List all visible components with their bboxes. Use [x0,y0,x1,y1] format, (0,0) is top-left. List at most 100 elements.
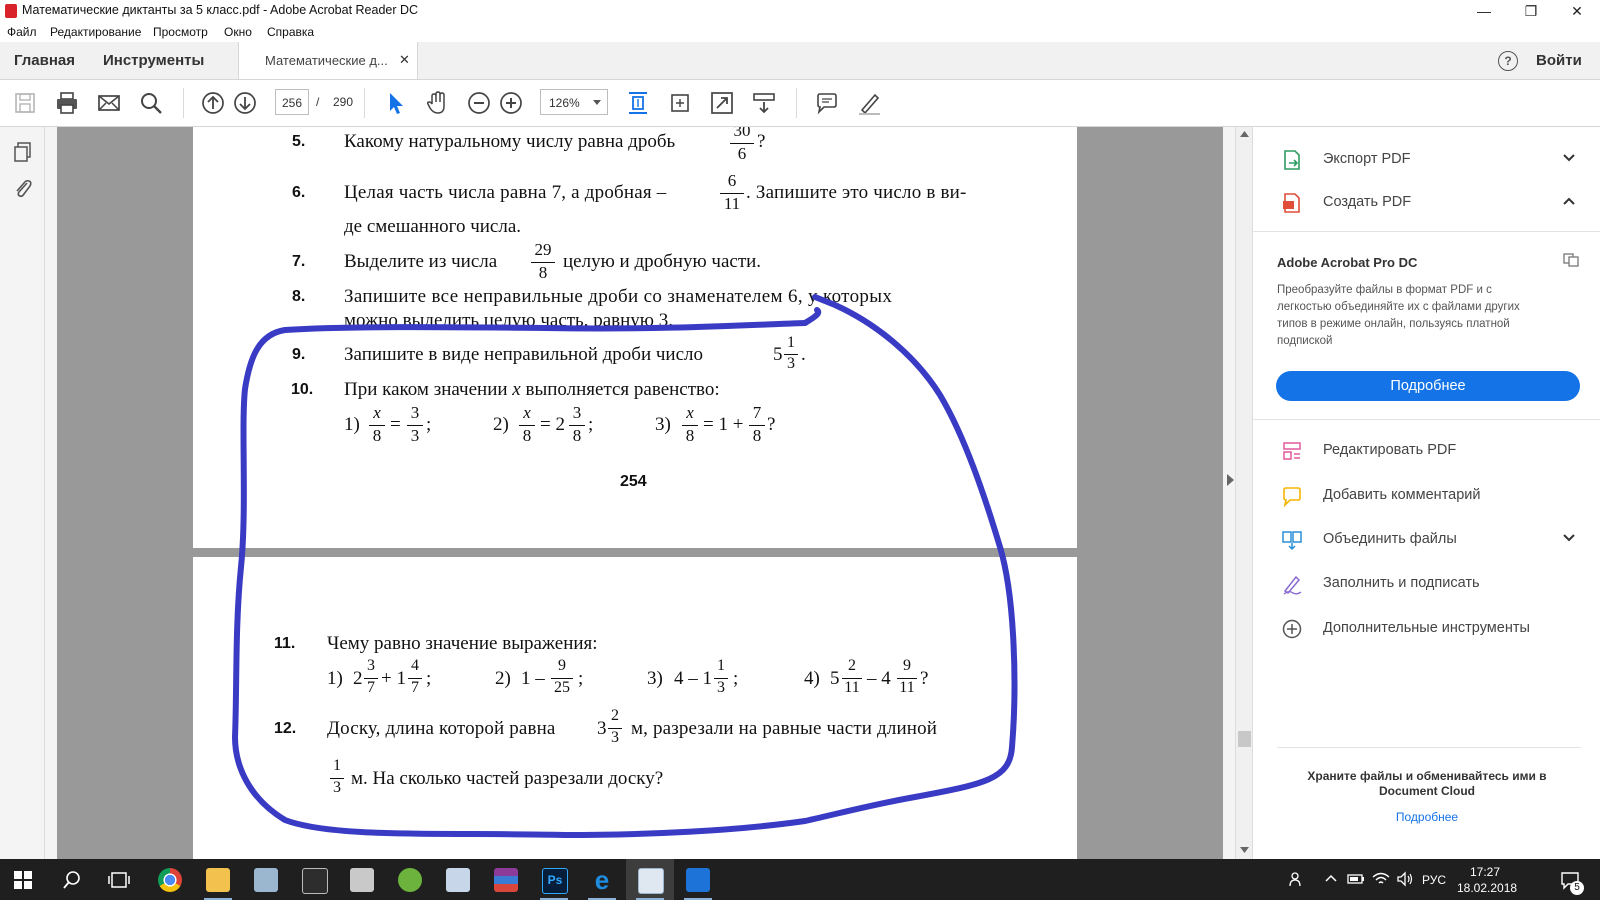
battery-icon[interactable] [1347,872,1365,886]
winrar-icon[interactable] [494,868,518,892]
fill-sign-item[interactable]: Заполнить и подписать [1253,567,1600,601]
photoshop-icon[interactable]: Ps [542,868,568,894]
chevron-up-icon[interactable] [1561,193,1577,209]
page-number-input[interactable]: 256 [275,89,309,115]
calculator-icon[interactable] [302,868,328,894]
cloud-text-line: Храните файлы и обменивайтесь ими в [1307,769,1547,783]
cloud-learn-more-link[interactable]: Подробнее [1253,810,1600,824]
attachment-icon[interactable] [12,177,34,199]
promo-text-line: Преобразуйте файлы в формат PDF и с [1277,284,1492,296]
volume-icon[interactable] [1396,871,1414,887]
file-explorer-icon[interactable] [206,868,230,892]
right-tools-panel: Экспорт PDF Создать PDF Adobe Acrobat Pr… [1252,127,1600,859]
promo-link-icon[interactable] [1563,251,1579,267]
network-app-icon[interactable] [254,868,278,892]
scroll-thumb[interactable] [1238,731,1251,747]
toolbar-separator [796,88,797,118]
create-pdf-icon [1283,193,1300,213]
comment-icon [1283,487,1301,507]
hand-tool-icon[interactable] [424,90,450,116]
save-icon[interactable] [12,90,38,116]
document-viewport[interactable]: 5. Какому натуральному числу равна дробь… [45,127,1235,859]
learn-more-button[interactable]: Подробнее [1276,371,1580,401]
promo-text-line: легкостью объединяйте их с файлами други… [1277,301,1520,313]
wifi-icon[interactable] [1372,871,1390,887]
zoom-out-icon[interactable] [466,90,492,116]
page-thumbnails-icon[interactable] [12,141,34,163]
people-icon[interactable] [1289,871,1305,887]
tab-document[interactable]: Математические д... ✕ [238,42,418,79]
clock-date[interactable]: 18.02.2018 [1457,881,1517,895]
edge-icon[interactable]: e [590,867,614,893]
menu-bar: Файл Редактирование Просмотр Окно Справк… [0,22,1600,42]
promo-text-line: типов в режиме онлайн, пользуясь платной [1277,318,1510,330]
cloud-text-line: Document Cloud [1379,784,1475,798]
close-button[interactable]: ✕ [1554,0,1600,22]
close-tab-icon[interactable]: ✕ [399,52,410,68]
toolbar: 256 / 290 126% [0,80,1600,127]
zoom-in-icon[interactable] [498,90,524,116]
task-view-icon[interactable] [108,871,130,889]
fit-page-icon[interactable] [625,90,651,116]
image-viewer-icon[interactable] [638,868,664,894]
utorrent-icon[interactable] [398,868,422,892]
windows-start-icon[interactable] [14,871,32,889]
freehand-annotation[interactable] [45,127,1235,859]
combine-files-icon [1282,531,1302,551]
chrome-icon[interactable] [158,868,182,892]
combine-files-item[interactable]: Объединить файлы [1253,523,1600,557]
notification-count-badge: 5 [1570,881,1584,895]
highlight-pen-icon[interactable] [856,90,882,116]
menu-view[interactable]: Просмотр [153,25,208,39]
select-cursor-icon[interactable] [382,90,408,116]
email-icon[interactable] [96,90,122,116]
panel-divider [1277,747,1581,748]
add-comment-item[interactable]: Добавить комментарий [1253,479,1600,513]
menu-window[interactable]: Окно [224,25,252,39]
chevron-down-icon[interactable] [1561,530,1577,546]
scroll-down-icon[interactable] [1240,847,1249,853]
previous-page-icon[interactable] [200,90,226,116]
search-icon[interactable] [62,870,82,890]
acrobat-taskbar-icon[interactable] [686,868,710,892]
cloud-text: Храните файлы и обменивайтесь ими в Docu… [1253,769,1600,799]
zoom-select[interactable]: 126% [540,89,608,115]
total-pages: 290 [333,95,354,109]
next-page-icon[interactable] [232,90,258,116]
vertical-scrollbar[interactable] [1235,127,1253,859]
edit-pdf-item[interactable]: Редактировать PDF [1253,434,1600,468]
more-tools-item[interactable]: Дополнительные инструменты [1253,612,1600,646]
comment-icon[interactable] [814,90,840,116]
menu-help[interactable]: Справка [267,25,314,39]
clock-time[interactable]: 17:27 [1470,865,1500,879]
export-pdf-icon [1284,150,1300,170]
promo-text-line: подпиской [1277,335,1333,347]
language-indicator[interactable]: РУС [1422,873,1446,887]
tab-tools[interactable]: Инструменты [103,52,204,69]
toolbar-separator [364,88,365,118]
minimize-button[interactable]: — [1461,0,1507,22]
login-button[interactable]: Войти [1536,52,1582,69]
create-pdf-label: Создать PDF [1323,194,1412,210]
scroll-mode-icon[interactable] [751,90,777,116]
chevron-down-icon[interactable] [1561,150,1577,166]
maximize-button[interactable]: ❐ [1508,0,1554,22]
document-tab-label: Математические д... [265,53,388,68]
print-icon[interactable] [54,90,80,116]
tab-home[interactable]: Главная [14,52,75,69]
media-player-icon[interactable] [350,868,374,892]
combine-files-label: Объединить файлы [1323,531,1457,547]
menu-edit[interactable]: Редактирование [50,25,141,39]
create-pdf-item[interactable]: Создать PDF [1253,186,1600,220]
help-icon[interactable]: ? [1498,51,1518,71]
rotate-icon[interactable] [667,90,693,116]
title-bar: Математические диктанты за 5 класс.pdf -… [0,0,1600,22]
window-app-icon[interactable] [446,868,470,892]
promo-title: Adobe Acrobat Pro DC [1277,255,1418,270]
search-icon[interactable] [138,90,164,116]
export-pdf-item[interactable]: Экспорт PDF [1253,143,1600,177]
menu-file[interactable]: Файл [7,25,37,39]
full-screen-icon[interactable] [709,90,735,116]
tray-expand-icon[interactable] [1325,874,1337,882]
scroll-up-icon[interactable] [1240,131,1249,137]
